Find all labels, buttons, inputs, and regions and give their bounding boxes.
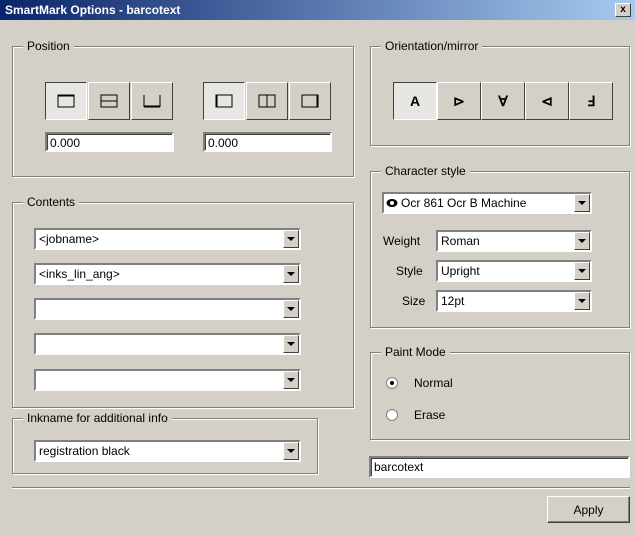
smartmark-options-dialog: SmartMark Options - barcotext x Position… <box>0 0 635 536</box>
style-value: Upright <box>441 264 480 278</box>
size-select[interactable]: 12pt <box>436 290 592 312</box>
font-type-icon <box>386 199 398 207</box>
contents-select-5[interactable] <box>34 369 301 391</box>
paint-mode-group: Paint Mode <box>370 345 630 440</box>
inkname-legend: Inkname for additional info <box>23 411 172 425</box>
orientation-upside-down-glyph: ∀ <box>498 92 508 109</box>
size-label: Size <box>402 294 426 308</box>
inkname-select[interactable]: registration black <box>34 440 301 462</box>
style-label: Style <box>396 264 423 278</box>
position-legend: Position <box>23 39 74 53</box>
radio-selected-dot <box>390 381 394 385</box>
contents-dropdown-arrow-4[interactable] <box>283 335 299 353</box>
title-bar[interactable]: SmartMark Options - barcotext x <box>0 0 635 20</box>
close-button[interactable]: x <box>615 3 631 17</box>
font-name: Ocr 861 Ocr B Machine <box>401 196 527 210</box>
contents-select-2[interactable]: <inks_lin_ang> <box>34 263 301 285</box>
orientation-rotate-right-button[interactable]: ⊳ <box>437 82 481 120</box>
contents-value-1: <jobname> <box>39 232 100 246</box>
paint-mode-erase-radio[interactable] <box>386 409 398 421</box>
orientation-legend: Orientation/mirror <box>381 39 483 53</box>
align-center-button[interactable] <box>246 82 288 120</box>
align-top-button[interactable] <box>45 82 87 120</box>
contents-dropdown-arrow-3[interactable] <box>283 300 299 318</box>
align-left-button[interactable] <box>203 82 245 120</box>
size-dropdown-arrow[interactable] <box>574 292 590 310</box>
smartmark-name-input[interactable]: barcotext <box>369 456 630 478</box>
orientation-normal-button[interactable]: A <box>393 82 437 120</box>
align-bottom-icon <box>143 95 161 108</box>
paint-mode-erase-label[interactable]: Erase <box>414 408 445 422</box>
paint-mode-normal-label[interactable]: Normal <box>414 376 453 390</box>
orientation-mirror-glyph: Ⅎ <box>586 92 596 109</box>
align-middle-button[interactable] <box>88 82 130 120</box>
align-center-icon <box>258 94 276 108</box>
inkname-value: registration black <box>39 444 130 458</box>
align-bottom-button[interactable] <box>131 82 173 120</box>
align-top-icon <box>57 94 75 108</box>
weight-value: Roman <box>441 234 480 248</box>
size-value: 12pt <box>441 294 465 308</box>
orientation-normal-glyph: A <box>409 93 421 109</box>
contents-dropdown-arrow-5[interactable] <box>283 371 299 389</box>
orientation-rotate-left-glyph: ⊲ <box>541 92 553 109</box>
orientation-rotate-left-button[interactable]: ⊲ <box>525 82 569 120</box>
style-dropdown-arrow[interactable] <box>574 262 590 280</box>
align-middle-icon <box>100 94 118 108</box>
orientation-mirror-button[interactable]: Ⅎ <box>569 82 613 120</box>
font-select[interactable]: Ocr 861 Ocr B Machine <box>382 192 592 214</box>
contents-dropdown-arrow-2[interactable] <box>283 265 299 283</box>
vertical-position-input[interactable]: 0.000 <box>45 132 174 152</box>
align-right-icon <box>301 94 319 108</box>
orientation-upside-down-button[interactable]: ∀ <box>481 82 525 120</box>
contents-legend: Contents <box>23 195 80 209</box>
inkname-dropdown-arrow[interactable] <box>283 442 299 460</box>
orientation-rotate-right-glyph: ⊳ <box>453 92 465 109</box>
contents-value-2: <inks_lin_ang> <box>39 267 120 281</box>
font-dropdown-arrow[interactable] <box>574 194 590 212</box>
apply-button[interactable]: Apply <box>547 496 630 523</box>
bottom-separator <box>12 487 630 489</box>
weight-dropdown-arrow[interactable] <box>574 232 590 250</box>
contents-select-1[interactable]: <jobname> <box>34 228 301 250</box>
contents-dropdown-arrow-1[interactable] <box>283 230 299 248</box>
weight-label: Weight <box>383 234 421 248</box>
contents-select-3[interactable] <box>34 298 301 320</box>
paint-mode-legend: Paint Mode <box>381 345 450 359</box>
font-select-value: Ocr 861 Ocr B Machine <box>386 196 527 210</box>
window-title: SmartMark Options - barcotext <box>5 3 181 17</box>
horizontal-position-input[interactable]: 0.000 <box>203 132 332 152</box>
weight-select[interactable]: Roman <box>436 230 592 252</box>
contents-select-4[interactable] <box>34 333 301 355</box>
align-left-icon <box>215 94 233 108</box>
align-right-button[interactable] <box>289 82 331 120</box>
style-select[interactable]: Upright <box>436 260 592 282</box>
paint-mode-normal-radio[interactable] <box>386 377 398 389</box>
character-style-legend: Character style <box>381 164 470 178</box>
